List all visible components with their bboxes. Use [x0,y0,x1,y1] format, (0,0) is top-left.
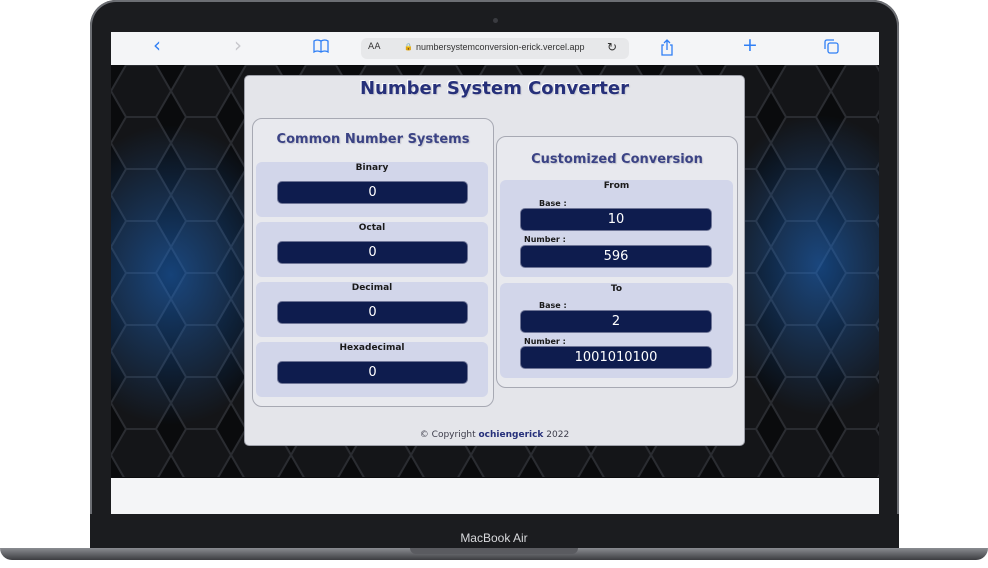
reload-icon[interactable]: ↻ [607,40,617,54]
laptop-notch [410,548,578,554]
copyright-year: 2022 [543,430,570,440]
from-number-input[interactable]: 596 [520,245,712,268]
to-section: To Base : 2 Number : 1001010100 [500,283,733,378]
author-link[interactable]: ochiengerick [479,430,544,440]
decimal-input[interactable]: 0 [277,301,468,324]
octal-label: Octal [358,223,386,233]
from-base-label: Base : [539,199,567,208]
text-size-button[interactable]: AA [368,42,381,52]
converter-card: Number System Converter Common Number Sy… [245,76,744,445]
decimal-section: Decimal 0 [256,282,488,337]
from-number-label: Number : [524,235,566,244]
book-icon[interactable] [313,39,329,57]
new-tab-button[interactable]: + [742,36,758,55]
tabs-icon[interactable] [824,39,839,58]
to-label: To [610,284,623,294]
share-icon[interactable] [660,39,674,60]
hexadecimal-section: Hexadecimal 0 [256,342,488,397]
browser-toolbar: ‹ › AA 🔒 numbersystemconversion-erick.ve… [111,32,879,66]
lock-icon: 🔒 [404,43,413,51]
address-bar[interactable]: AA 🔒 numbersystemconversion-erick.vercel… [361,38,629,59]
to-number-output[interactable]: 1001010100 [520,346,712,369]
custom-conversion-heading: Customized Conversion [531,152,703,167]
hexadecimal-label: Hexadecimal [339,343,405,353]
screen: ‹ › AA 🔒 numbersystemconversion-erick.ve… [111,32,879,514]
footer: © Copyright ochiengerick 2022 [245,430,744,440]
to-base-input[interactable]: 2 [520,310,712,333]
model-label: MacBook Air [460,531,528,545]
camera [493,18,498,23]
from-label: From [603,181,630,191]
forward-button[interactable]: › [234,35,242,55]
octal-section: Octal 0 [256,222,488,277]
copyright-text: © Copyright [419,430,479,440]
from-section: From Base : 10 Number : 596 [500,180,733,277]
binary-label: Binary [355,163,389,173]
to-base-label: Base : [539,301,567,310]
hexadecimal-input[interactable]: 0 [277,361,468,384]
binary-section: Binary 0 [256,162,488,217]
page-title: Number System Converter [359,78,629,99]
common-systems-heading: Common Number Systems [276,132,470,147]
octal-input[interactable]: 0 [277,241,468,264]
url-text[interactable]: numbersystemconversion-erick.vercel.app [416,42,585,52]
back-button[interactable]: ‹ [153,35,161,55]
custom-conversion-panel: Customized Conversion From Base : 10 Num… [496,136,738,388]
binary-input[interactable]: 0 [277,181,468,204]
common-systems-panel: Common Number Systems Binary 0 Octal 0 D… [252,118,494,407]
browser-bottom-bar [111,478,879,514]
to-number-label: Number : [524,337,566,346]
decimal-label: Decimal [351,283,393,293]
from-base-input[interactable]: 10 [520,208,712,231]
